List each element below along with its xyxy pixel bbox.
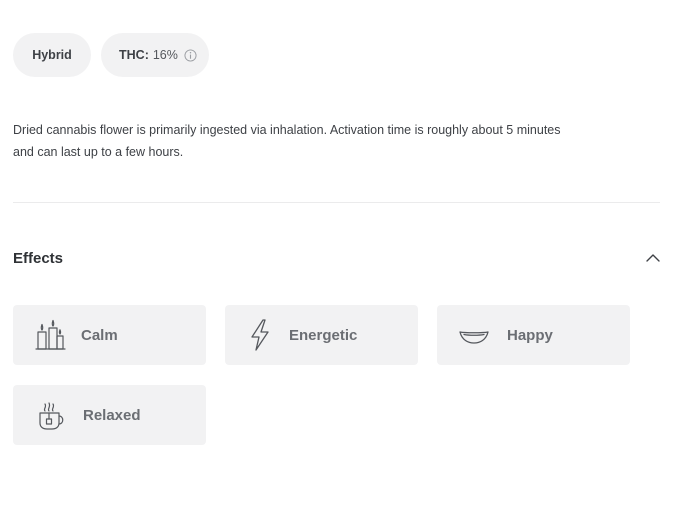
- effect-card-energetic: Energetic: [225, 305, 418, 365]
- thc-label: THC:: [119, 48, 149, 62]
- candles-icon: [33, 318, 67, 352]
- smile-icon: [457, 318, 491, 352]
- lightning-icon: [243, 318, 277, 352]
- tea-cup-icon: [35, 398, 69, 432]
- effects-title: Effects: [13, 249, 64, 267]
- thc-value: 16%: [152, 48, 178, 62]
- effects-accordion-header[interactable]: Effects: [13, 244, 661, 272]
- product-description: Dried cannabis flower is primarily inges…: [13, 123, 561, 159]
- strain-pills: Hybrid THC: 16%: [13, 33, 209, 77]
- effect-label-energetic: Energetic: [289, 326, 358, 344]
- thc-pill: THC: 16%: [101, 33, 209, 77]
- effect-card-relaxed: Relaxed: [13, 385, 206, 445]
- effect-label-relaxed: Relaxed: [83, 406, 141, 424]
- section-divider: [13, 202, 660, 203]
- effect-label-happy: Happy: [507, 326, 553, 344]
- info-icon[interactable]: [184, 48, 197, 62]
- strain-type-pill: Hybrid: [13, 33, 91, 77]
- chevron-up-icon[interactable]: [645, 250, 661, 266]
- effect-card-calm: Calm: [13, 305, 206, 365]
- effect-card-happy: Happy: [437, 305, 630, 365]
- effect-label-calm: Calm: [81, 326, 118, 344]
- strain-type-label: Hybrid: [32, 48, 72, 62]
